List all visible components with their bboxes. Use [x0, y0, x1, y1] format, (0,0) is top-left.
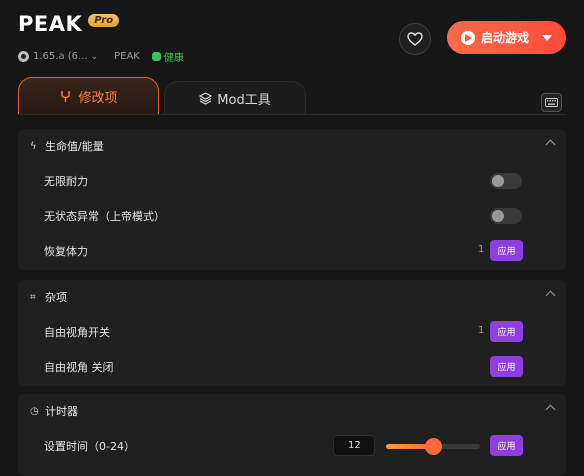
- slider-thumb[interactable]: [425, 438, 442, 455]
- toggle-knob: [492, 175, 504, 187]
- section-misc-header[interactable]: ⌗ 杂项: [18, 280, 566, 314]
- row-label: 自由视角 关闭: [44, 360, 114, 374]
- tab-mod-tools[interactable]: Mod工具: [164, 81, 306, 115]
- section-timer-header[interactable]: ◷ 计时器: [18, 394, 566, 428]
- hotkey-count: 1: [478, 325, 485, 336]
- launch-game-button[interactable]: 启动游戏: [447, 21, 566, 54]
- tabs-divider: [18, 114, 566, 115]
- keyboard-icon: [545, 98, 558, 107]
- chevron-up-icon[interactable]: [545, 404, 556, 415]
- trainer-window: PEAK Pro 1.65.a (6... ⌄ PEAK 健康 启动游戏 修改项: [0, 0, 584, 476]
- pro-badge: Pro: [88, 13, 120, 27]
- tab-cheats-label: 修改项: [78, 91, 118, 106]
- version-selector[interactable]: 1.65.a (6...: [33, 51, 88, 62]
- row-restore-stamina: 恢复体力 1 应用: [18, 233, 566, 268]
- section-timer: ◷ 计时器 设置时间（0-24） 应用: [18, 394, 566, 476]
- layers-icon: [199, 92, 213, 105]
- row-label: 恢复体力: [44, 244, 88, 258]
- row-label: 自由视角开关: [44, 325, 110, 339]
- tabs-bar: 修改项 Mod工具: [18, 77, 566, 115]
- time-slider[interactable]: [386, 438, 480, 455]
- meta-row: 1.65.a (6... ⌄ PEAK 健康: [18, 49, 184, 64]
- status-label: 健康: [163, 53, 184, 64]
- favorite-button[interactable]: [399, 23, 431, 55]
- toggle-knob: [492, 210, 504, 222]
- wrench-icon: [61, 91, 71, 102]
- row-set-time: 设置时间（0-24） 应用: [18, 428, 566, 463]
- heart-icon: [407, 32, 423, 46]
- steam-icon: [18, 51, 29, 62]
- free-camera-off-apply-button[interactable]: 应用: [490, 356, 523, 377]
- chevron-down-icon[interactable]: ⌄: [91, 52, 99, 62]
- row-infinite-stamina: 无限耐力: [18, 163, 566, 198]
- row-god-mode: 无状态异常（上帝模式）: [18, 198, 566, 233]
- set-time-apply-button[interactable]: 应用: [490, 435, 523, 456]
- status-icon: [151, 52, 161, 61]
- row-label: 无状态异常（上帝模式）: [44, 209, 165, 223]
- infinite-stamina-toggle[interactable]: [490, 173, 522, 189]
- chevron-up-icon[interactable]: [545, 290, 556, 301]
- game-title: PEAK: [18, 12, 83, 36]
- chevron-up-icon[interactable]: [545, 139, 556, 150]
- row-free-camera-toggle: 自由视角开关 1 应用: [18, 314, 566, 349]
- time-value-input[interactable]: [333, 435, 375, 456]
- launch-label: 启动游戏: [481, 31, 530, 45]
- tab-cheats[interactable]: 修改项: [18, 77, 159, 115]
- row-label: 无限耐力: [44, 174, 88, 188]
- title-row: PEAK Pro: [18, 12, 120, 36]
- row-free-camera-off: 自由视角 关闭 应用: [18, 349, 566, 384]
- puzzle-icon: ⌗: [30, 291, 36, 303]
- restore-stamina-apply-button[interactable]: 应用: [490, 240, 523, 261]
- status-badge: 健康: [151, 49, 184, 64]
- lightning-icon: ϟ: [30, 140, 37, 152]
- hotkeys-button[interactable]: [541, 93, 562, 112]
- caret-down-icon[interactable]: [542, 35, 552, 41]
- section-health-title: 生命值/能量: [45, 140, 104, 153]
- game-name-label: PEAK: [114, 51, 140, 62]
- section-health: ϟ 生命值/能量 无限耐力 无状态异常（上帝模式） 恢复体力 1 应用: [18, 129, 566, 270]
- play-icon: [461, 30, 475, 45]
- section-health-header[interactable]: ϟ 生命值/能量: [18, 129, 566, 163]
- section-misc-title: 杂项: [45, 291, 67, 304]
- row-label: 设置时间（0-24）: [44, 439, 135, 453]
- tab-mod-tools-label: Mod工具: [217, 93, 271, 108]
- clock-icon: ◷: [30, 405, 39, 417]
- god-mode-toggle[interactable]: [490, 208, 522, 224]
- hotkey-count: 1: [478, 244, 485, 255]
- section-misc: ⌗ 杂项 自由视角开关 1 应用 自由视角 关闭 应用: [18, 280, 566, 386]
- section-timer-title: 计时器: [45, 405, 78, 418]
- free-camera-toggle-apply-button[interactable]: 应用: [490, 321, 523, 342]
